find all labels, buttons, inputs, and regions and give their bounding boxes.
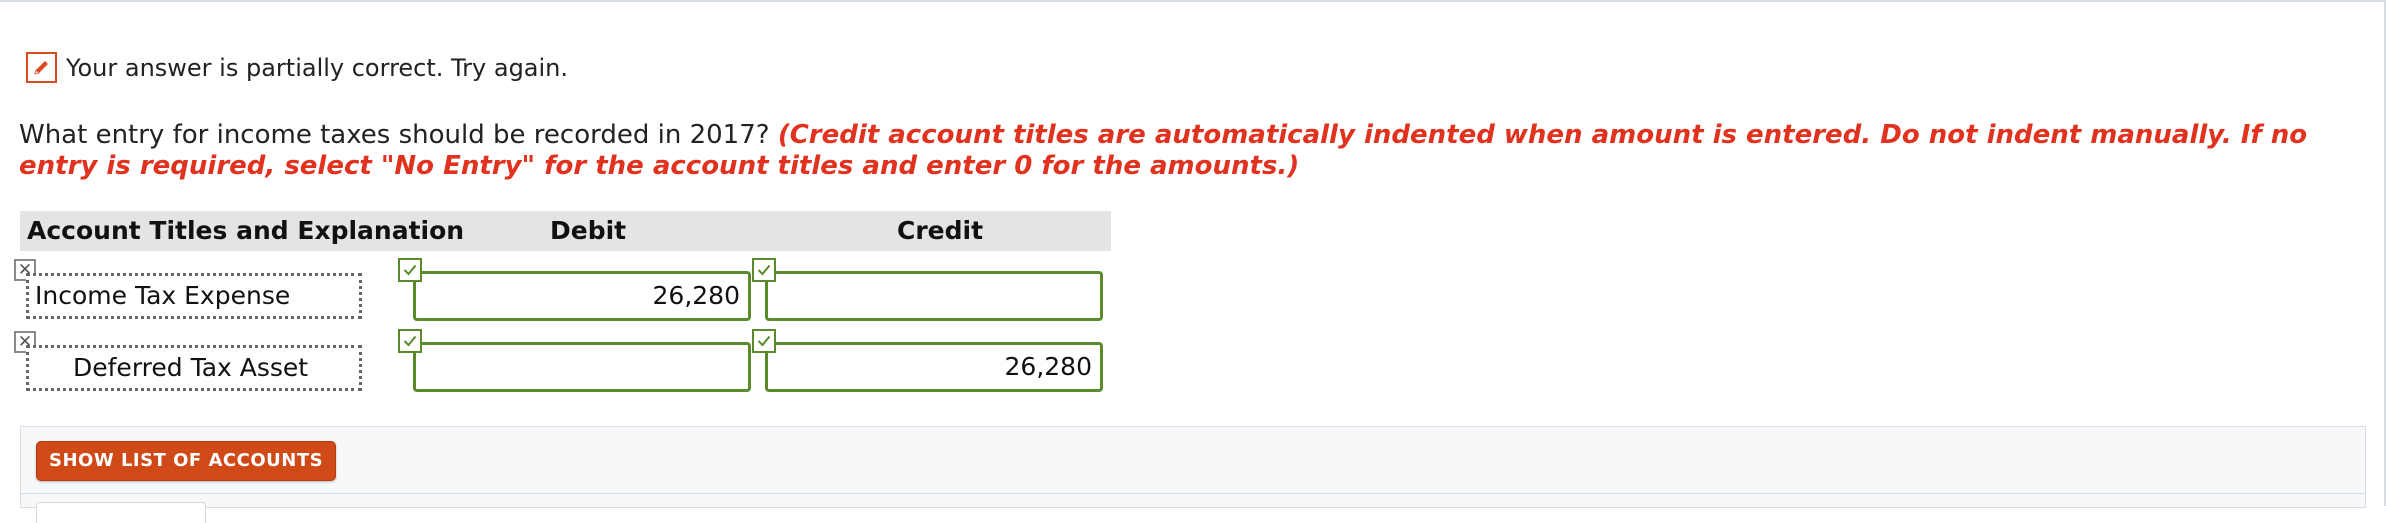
answer-status: Your answer is partially correct. Try ag… <box>26 52 568 83</box>
account-title-field-row-1[interactable]: Income Tax Expense <box>26 273 362 319</box>
header-credit: Credit <box>897 216 984 245</box>
partially-visible-button[interactable] <box>36 502 206 523</box>
pencil-icon <box>26 52 57 83</box>
question-text: What entry for income taxes should be re… <box>19 120 2309 182</box>
debit-row-2-check-icon <box>398 329 422 353</box>
account-title-field-row-2[interactable]: Deferred Tax Asset <box>26 345 362 391</box>
actions-panel: SHOW LIST OF ACCOUNTS <box>20 426 2366 523</box>
credit-amount-field-row-2[interactable]: 26,280 <box>765 342 1103 392</box>
panel-divider <box>21 493 2365 494</box>
question-prompt: What entry for income taxes should be re… <box>19 120 770 150</box>
credit-row-2-check-icon <box>752 329 776 353</box>
debit-amount-field-row-1[interactable]: 26,280 <box>413 271 751 321</box>
credit-row-1-check-icon <box>752 258 776 282</box>
debit-row-1-check-icon <box>398 258 422 282</box>
header-account-titles: Account Titles and Explanation <box>27 216 465 245</box>
debit-amount-field-row-2[interactable] <box>413 342 751 392</box>
journal-table-header: Account Titles and Explanation Debit Cre… <box>20 211 1111 251</box>
status-message: Your answer is partially correct. Try ag… <box>66 53 569 82</box>
credit-amount-field-row-1[interactable] <box>765 271 1103 321</box>
show-list-of-accounts-button[interactable]: SHOW LIST OF ACCOUNTS <box>36 441 337 481</box>
header-debit: Debit <box>550 216 627 245</box>
